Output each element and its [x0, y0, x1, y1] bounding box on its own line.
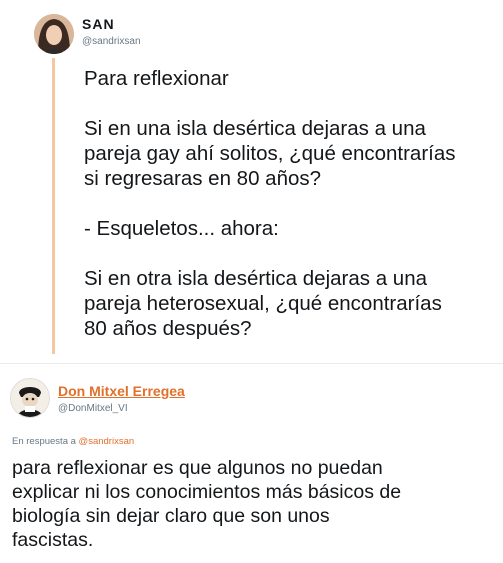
tweet-line: Para reflexionar: [84, 67, 229, 90]
tweet-line: pareja heterosexual, ¿qué encontrarías: [84, 292, 442, 315]
reply-line: biología sin dejar claro que son unos: [12, 505, 330, 527]
reply-text: para reflexionar es que algunos no pueda…: [12, 456, 497, 552]
tweet-line: pareja gay ahí solitos, ¿qué encontraría…: [84, 142, 456, 165]
reply-user-handle[interactable]: @DonMitxel_VI: [58, 403, 128, 414]
reply-line: para reflexionar es que algunos no pueda…: [12, 457, 383, 479]
tweet-line: - Esqueletos... ahora:: [84, 217, 279, 240]
display-name[interactable]: SAN: [82, 16, 115, 32]
reply-context: En respuesta a @sandrixsan: [12, 436, 134, 447]
reply-line: fascistas.: [12, 529, 94, 551]
thread-connector-line: [52, 58, 55, 354]
tweet-line: 80 años después?: [84, 317, 252, 340]
reply-display-name[interactable]: Don Mitxel Erregea: [58, 383, 185, 399]
reply-prefix: En respuesta a: [12, 436, 76, 447]
reply-to-link[interactable]: @sandrixsan: [79, 436, 135, 447]
tweet-text: Para reflexionar Si en una isla desértic…: [84, 66, 494, 341]
tweet-line: Si en una isla desértica dejaras a una: [84, 117, 426, 140]
tweet-line: Si en otra isla desértica dejaras a una: [84, 267, 428, 290]
reply-avatar[interactable]: [10, 378, 50, 418]
profile-photo-icon: [34, 14, 74, 54]
tweet-divider: [0, 363, 503, 364]
cartoon-character-icon: [11, 379, 49, 417]
avatar[interactable]: [34, 14, 74, 54]
reply-line: explicar ni los conocimientos más básico…: [12, 481, 402, 503]
tweet-line: si regresaras en 80 años?: [84, 167, 322, 190]
user-handle[interactable]: @sandrixsan: [82, 36, 141, 47]
